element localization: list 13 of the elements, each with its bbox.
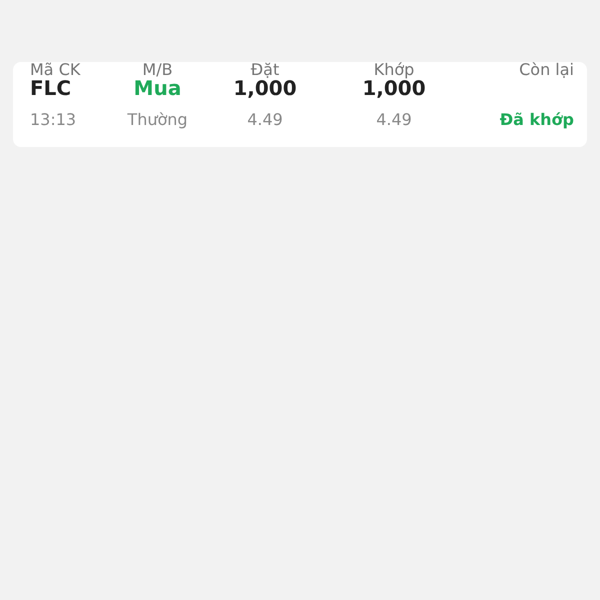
side-label: Mua (134, 76, 182, 100)
stock-symbol: FLC (30, 76, 72, 100)
column-header: Còn lại (519, 60, 574, 79)
column-header: Đặt (250, 60, 280, 79)
order-time: 13:13 (30, 110, 76, 129)
column-header: Mã CK (30, 60, 80, 79)
column-header: M/B (142, 60, 173, 79)
matched-price: 4.49 (376, 110, 412, 129)
matched-quantity: 1,000 (362, 76, 426, 100)
column-header: Khớp (374, 60, 414, 79)
order-type: Thường (127, 110, 188, 129)
ordered-price: 4.49 (247, 110, 283, 129)
status-label: Đã khớp (500, 110, 574, 129)
